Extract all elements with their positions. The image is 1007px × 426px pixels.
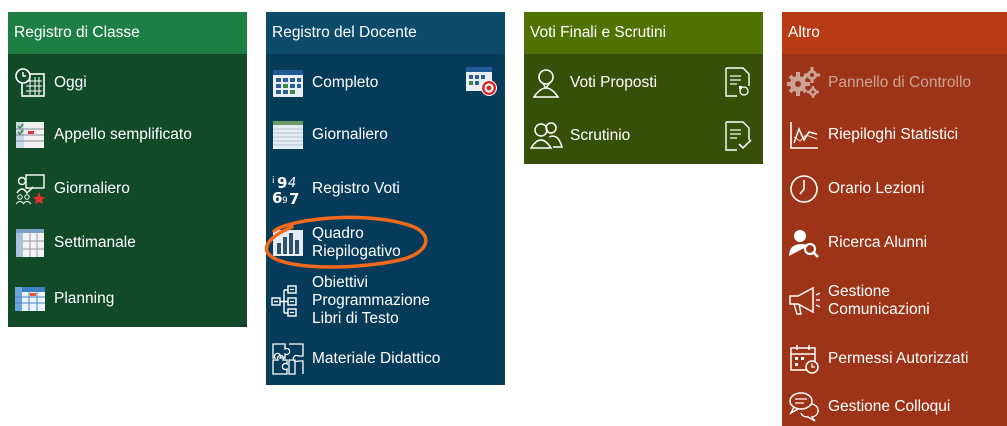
menu-item-registro-voti[interactable]: i94697 Registro Voti: [266, 162, 505, 216]
panel-header: Registro di Classe: [8, 12, 247, 54]
menu-item-label: Ricerca Alunni: [828, 234, 928, 251]
gears-icon: [787, 66, 821, 100]
menu-item-appello-semplificato[interactable]: Appello semplificato: [8, 108, 247, 162]
menu-item-orario-lezioni[interactable]: Orario Lezioni: [782, 162, 1007, 216]
menu-item-ricerca-alunni[interactable]: Ricerca Alunni: [782, 216, 1007, 270]
menu-item-label: Riepiloghi Statistici: [828, 126, 959, 143]
panel-voti-finali-e-scrutini: Voti Finali e Scrutini Voti Proposti Scr…: [524, 12, 763, 164]
week-table-icon: [13, 226, 47, 260]
teacher-star-icon: [13, 172, 47, 206]
panel-header: Altro: [782, 12, 1007, 54]
grid-target-icon[interactable]: [465, 64, 499, 98]
menu-item-label: Pannello di Controllo: [828, 74, 972, 91]
clock-icon: [787, 172, 821, 206]
panel-header: Registro del Docente: [266, 12, 505, 54]
planning-grid-icon: [13, 282, 47, 316]
line-chart-icon: [787, 118, 821, 152]
megaphone-icon: [787, 284, 821, 318]
menu-item-quadro-riepilogativo[interactable]: Quadro Riepilogativo: [266, 216, 505, 270]
menu-item-gestione-comunicazioni[interactable]: Gestione Comunicazioni: [782, 270, 1007, 332]
menu-item-label: Scrutinio: [570, 127, 631, 144]
panel-body: Completo Giornaliero i94697 Registro Vot…: [266, 54, 505, 385]
menu-item-giornaliero[interactable]: Giornaliero: [266, 108, 505, 162]
notebook-icon: [271, 118, 305, 152]
menu-item-planning[interactable]: Planning: [8, 270, 247, 327]
grid-calendar-icon: [271, 66, 305, 100]
menu-item-label: Permessi Autorizzati: [828, 350, 969, 367]
document-seal-icon[interactable]: [723, 66, 757, 100]
menu-item-label: Planning: [54, 290, 115, 307]
menu-item-scrutinio[interactable]: Scrutinio: [524, 108, 763, 164]
menu-item-oggi[interactable]: Oggi: [8, 54, 247, 111]
menu-item-obiettivi[interactable]: Obiettivi Programmazione Libri di Testo: [266, 270, 505, 332]
person-icon: [529, 66, 563, 100]
chat-bubbles-icon: [787, 389, 821, 423]
menu-item-label: Settimanale: [54, 234, 136, 251]
panel-body: Voti Proposti Scrutinio: [524, 54, 763, 164]
menu-item-label: Gestione Comunicazioni: [828, 283, 930, 318]
menu-item-label: Giornaliero: [54, 180, 130, 197]
puzzle-icon: [271, 342, 305, 376]
tree-list-icon: [271, 284, 305, 318]
panel-body: Pannello di Controllo Riepiloghi Statist…: [782, 54, 1007, 426]
user-search-icon: [787, 226, 821, 260]
menu-item-materiale-didattico[interactable]: Materiale Didattico: [266, 332, 505, 385]
svg-text:6: 6: [272, 189, 282, 206]
svg-text:9: 9: [282, 196, 288, 206]
svg-text:7: 7: [289, 190, 299, 206]
menu-item-pannello-di-controllo[interactable]: Pannello di Controllo: [782, 54, 1007, 111]
menu-item-voti-proposti[interactable]: Voti Proposti: [524, 54, 763, 111]
calendar-check-icon: [787, 342, 821, 376]
menu-item-label: Orario Lezioni: [828, 180, 925, 197]
people-icon: [529, 119, 563, 153]
menu-item-label: Gestione Colloqui: [828, 398, 951, 415]
bar-chart-icon: [271, 226, 305, 260]
menu-item-label: Registro Voti: [312, 180, 400, 197]
menu-item-label: Completo: [312, 74, 379, 91]
menu-item-riepiloghi-statistici[interactable]: Riepiloghi Statistici: [782, 108, 1007, 162]
menu-item-completo[interactable]: Completo: [266, 54, 505, 111]
panel-body: Oggi Appello semplificato Giornaliero Se…: [8, 54, 247, 327]
clock-calendar-icon: [13, 66, 47, 100]
panel-header: Voti Finali e Scrutini: [524, 12, 763, 54]
svg-text:i: i: [272, 176, 275, 186]
menu-item-label: Appello semplificato: [54, 126, 192, 143]
menu-item-settimanale[interactable]: Settimanale: [8, 216, 247, 270]
document-check-icon[interactable]: [723, 120, 757, 154]
menu-item-permessi-autorizzati[interactable]: Permessi Autorizzati: [782, 332, 1007, 386]
menu-item-label: Oggi: [54, 74, 87, 91]
menu-item-label: Quadro Riepilogativo: [312, 225, 401, 260]
menu-item-giornaliero[interactable]: Giornaliero: [8, 162, 247, 216]
panel-registro-di-classe: Registro di Classe Oggi Appello semplifi…: [8, 12, 247, 327]
svg-text:4: 4: [288, 176, 296, 191]
panel-registro-del-docente: Registro del Docente Completo Giornalier…: [266, 12, 505, 385]
menu-item-label: Obiettivi Programmazione Libri di Testo: [312, 274, 431, 327]
menu-item-label: Voti Proposti: [570, 74, 658, 91]
menu-item-gestione-colloqui[interactable]: Gestione Colloqui: [782, 386, 1007, 426]
menu-item-label: Materiale Didattico: [312, 350, 441, 367]
panel-altro: Altro Pannello di Controllo Riepiloghi S…: [782, 12, 1007, 426]
numbers-icon: i94697: [271, 172, 305, 206]
checklist-icon: [13, 118, 47, 152]
menu-item-label: Giornaliero: [312, 126, 388, 143]
